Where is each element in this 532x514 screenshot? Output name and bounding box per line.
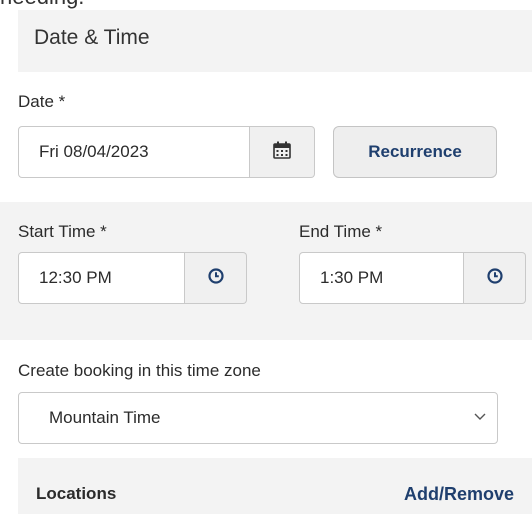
section-title: Date & Time [34,26,150,49]
calendar-icon [272,140,292,165]
start-time-picker-button[interactable] [185,252,247,304]
add-remove-locations-link[interactable]: Add/Remove [404,484,514,505]
chevron-down-icon [473,409,487,428]
recurrence-button[interactable]: Recurrence [333,126,497,178]
timezone-value: Mountain Time [49,408,161,427]
timezone-select[interactable]: Mountain Time [18,392,498,444]
end-time-value: 1:30 PM [320,268,384,287]
date-picker-button[interactable] [250,126,315,178]
clipped-heading-text: needing. [0,0,84,10]
date-label: Date * [18,92,66,111]
clock-icon [486,267,504,290]
end-time-input[interactable]: 1:30 PM [299,252,464,304]
start-time-label: Start Time * [18,222,107,241]
start-time-input[interactable]: 12:30 PM [18,252,185,304]
clock-icon [207,267,225,290]
locations-label: Locations [36,484,117,503]
start-time-value: 12:30 PM [39,268,112,287]
date-input[interactable]: Fri 08/04/2023 [18,126,250,178]
end-time-picker-button[interactable] [464,252,526,304]
end-time-label: End Time * [299,222,383,241]
timezone-label: Create booking in this time zone [18,361,261,380]
date-value: Fri 08/04/2023 [39,142,149,161]
recurrence-label: Recurrence [368,142,462,161]
locations-header: Locations Add/Remove [18,458,532,514]
section-header: Date & Time [18,10,532,72]
